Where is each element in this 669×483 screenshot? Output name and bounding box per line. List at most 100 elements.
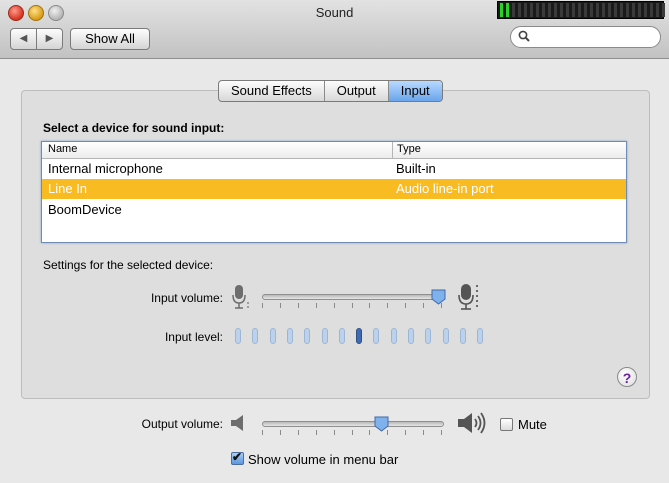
slider-tick bbox=[262, 303, 263, 308]
speaker-low-icon bbox=[231, 415, 243, 431]
slider-tick bbox=[405, 430, 406, 435]
device-name: Internal microphone bbox=[48, 161, 163, 176]
tab-bar: Sound Effects Output Input bbox=[218, 80, 443, 102]
device-name: BoomDevice bbox=[48, 202, 122, 217]
show-all-button[interactable]: Show All bbox=[70, 28, 150, 50]
slider-tick bbox=[334, 430, 335, 435]
meter-cell bbox=[632, 3, 635, 17]
column-divider bbox=[392, 142, 393, 158]
meter-cell bbox=[548, 3, 551, 17]
nav-buttons: ◀ ▶ bbox=[10, 28, 63, 50]
input-level-bar bbox=[252, 328, 259, 344]
slider-tick bbox=[352, 430, 353, 435]
settings-label: Settings for the selected device: bbox=[43, 258, 214, 272]
meter-cell bbox=[524, 3, 527, 17]
meter-cell bbox=[650, 3, 653, 17]
column-header-name[interactable]: Name bbox=[48, 143, 77, 155]
meter-cell bbox=[584, 3, 587, 17]
input-level-bar bbox=[321, 328, 328, 344]
meter-cell bbox=[560, 3, 563, 17]
output-volume-ticks bbox=[262, 430, 442, 435]
column-header-type[interactable]: Type bbox=[397, 143, 421, 155]
volume-meter bbox=[497, 1, 665, 19]
meter-cell bbox=[506, 3, 509, 17]
device-section-title: Select a device for sound input: bbox=[43, 121, 225, 135]
search-field[interactable] bbox=[510, 26, 661, 48]
help-button[interactable]: ? bbox=[617, 367, 637, 387]
meter-cell bbox=[626, 3, 629, 17]
slider-tick bbox=[316, 303, 317, 308]
meter-cell bbox=[512, 3, 515, 17]
mic-low-icon bbox=[232, 285, 249, 309]
forward-button[interactable]: ▶ bbox=[37, 29, 62, 49]
meter-cell bbox=[590, 3, 593, 17]
table-row[interactable]: BoomDevice bbox=[42, 200, 626, 220]
input-device-table[interactable]: Name Type Internal microphone Built-in L… bbox=[41, 141, 627, 243]
speaker-high-icon bbox=[458, 412, 486, 434]
checkmark-icon: ✔ bbox=[232, 450, 243, 464]
slider-tick bbox=[405, 303, 406, 308]
search-input[interactable] bbox=[535, 29, 657, 45]
meter-cell bbox=[572, 3, 575, 17]
tab-input[interactable]: Input bbox=[388, 81, 442, 101]
meter-cell bbox=[608, 3, 611, 17]
slider-tick bbox=[423, 303, 424, 308]
meter-cell bbox=[530, 3, 533, 17]
output-volume-track[interactable] bbox=[262, 421, 444, 427]
slider-tick bbox=[334, 303, 335, 308]
input-level-bar bbox=[459, 328, 466, 344]
output-volume-label: Output volume: bbox=[141, 417, 223, 431]
slider-tick bbox=[441, 430, 442, 435]
show-volume-label: Show volume in menu bar bbox=[248, 452, 399, 467]
title-bar: Sound ◀ ▶ Show All bbox=[0, 0, 669, 59]
meter-cell bbox=[518, 3, 521, 17]
meter-cell bbox=[656, 3, 659, 17]
input-volume-label: Input volume: bbox=[150, 291, 223, 305]
device-type: Audio line-in port bbox=[396, 181, 494, 196]
forward-arrow-icon: ▶ bbox=[45, 33, 54, 44]
slider-tick bbox=[280, 303, 281, 308]
table-row-selected[interactable]: Line In Audio line-in port bbox=[42, 179, 626, 199]
input-level-bar bbox=[425, 328, 432, 344]
mute-checkbox[interactable] bbox=[500, 418, 513, 431]
mute-label: Mute bbox=[518, 417, 547, 432]
back-arrow-icon: ◀ bbox=[19, 33, 28, 44]
meter-cell bbox=[536, 3, 539, 17]
slider-tick bbox=[369, 430, 370, 435]
meter-cell bbox=[602, 3, 605, 17]
meter-cell bbox=[596, 3, 599, 17]
search-icon bbox=[518, 30, 530, 42]
meter-cell bbox=[644, 3, 647, 17]
input-level-bar bbox=[269, 328, 276, 344]
input-settings-panel bbox=[21, 90, 650, 399]
tab-sound-effects[interactable]: Sound Effects bbox=[219, 81, 325, 101]
meter-cell bbox=[554, 3, 557, 17]
meter-cell bbox=[620, 3, 623, 17]
output-volume-slider-thumb[interactable] bbox=[374, 416, 389, 432]
input-volume-slider-thumb[interactable] bbox=[431, 289, 446, 305]
input-level-bar bbox=[477, 328, 484, 344]
mic-high-icon bbox=[458, 284, 478, 310]
device-type: Built-in bbox=[396, 161, 436, 176]
input-level-label: Input level: bbox=[164, 330, 223, 344]
input-level-bar bbox=[356, 328, 363, 344]
input-volume-ticks bbox=[262, 303, 442, 308]
back-button[interactable]: ◀ bbox=[11, 29, 37, 49]
input-level-bar bbox=[304, 328, 311, 344]
slider-tick bbox=[298, 303, 299, 308]
input-level-bar bbox=[338, 328, 345, 344]
meter-cell bbox=[578, 3, 581, 17]
input-volume-track[interactable] bbox=[262, 294, 444, 300]
tab-output[interactable]: Output bbox=[325, 81, 389, 101]
meter-cell bbox=[638, 3, 641, 17]
input-level-bar bbox=[442, 328, 449, 344]
slider-tick bbox=[369, 303, 370, 308]
slider-tick bbox=[280, 430, 281, 435]
meter-cell bbox=[500, 3, 503, 17]
input-level-bar bbox=[373, 328, 380, 344]
slider-tick bbox=[316, 430, 317, 435]
table-row[interactable]: Internal microphone Built-in bbox=[42, 159, 626, 179]
slider-tick bbox=[262, 430, 263, 435]
slider-tick bbox=[298, 430, 299, 435]
show-volume-checkbox[interactable]: ✔ bbox=[231, 450, 244, 465]
